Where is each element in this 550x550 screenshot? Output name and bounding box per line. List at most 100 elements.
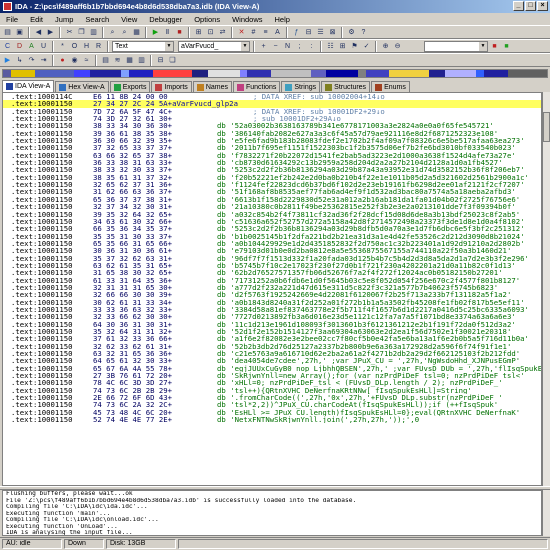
tab-strings[interactable]: Strings — [281, 81, 321, 92]
navband-segment[interactable] — [476, 70, 484, 77]
navband-segment[interactable] — [389, 70, 429, 77]
zoom-out-icon[interactable]: ⊖ — [392, 41, 403, 52]
disasm-line[interactable]: .text:10001150 65 35 66 31 65 66+ db 'a0b1… — [3, 240, 541, 247]
pause-icon[interactable]: Ⅱ — [162, 27, 173, 38]
hex-icon[interactable]: # — [248, 27, 259, 38]
disasm-line[interactable]: .text:10001150 35 35 31 30 33 37+ db 'b1b0… — [3, 233, 541, 240]
disasm-line[interactable]: .text:10001150 7D 72 6A 5F 47 4C+ ; DATA… — [3, 108, 541, 115]
navband-segment[interactable] — [357, 70, 366, 77]
navband-segment[interactable] — [34, 70, 74, 77]
enum-icon[interactable]: ☰ — [315, 27, 326, 38]
disasm-line[interactable]: .text:10001150 27 3B 76 61 72 20+ db 'SkRj… — [3, 372, 541, 379]
offset-icon[interactable]: O — [69, 41, 80, 52]
add-icon[interactable]: + — [258, 41, 269, 52]
output-scrollbar[interactable] — [542, 490, 550, 536]
paste-icon[interactable]: ▥ — [88, 27, 99, 38]
disasm-line[interactable]: .text:10001150 74 73 6C 2A 32 2C+ db 'tsl*… — [3, 401, 541, 408]
menu-help[interactable]: Help — [273, 15, 292, 24]
tab-names[interactable]: Names — [192, 81, 232, 92]
proximity-icon[interactable]: ⊡ — [205, 27, 216, 38]
maximize-button[interactable]: □ — [525, 1, 536, 11]
menu-windows[interactable]: Windows — [230, 15, 264, 24]
cut-icon[interactable]: ✂ — [64, 27, 75, 38]
disasm-line[interactable]: .text:10001150 64 30 36 31 30 31+ db '11c1… — [3, 321, 541, 328]
disasm-line[interactable]: .text:10001150 34 63 61 30 32 66+ db 'c516… — [3, 218, 541, 225]
tab-structures[interactable]: Structures — [321, 81, 371, 92]
disasm-line[interactable]: .text:10001150 36 30 66 32 39 35+ db 'e5fe… — [3, 137, 541, 144]
disasm-line[interactable]: .text:10001150 33 33 36 63 32 33+ db '3384… — [3, 306, 541, 313]
disasm-line[interactable]: .text:10001150 64 65 61 32 30 33+ db 'dea4… — [3, 357, 541, 364]
green-square-icon[interactable]: ■ — [501, 41, 512, 52]
struct-icon[interactable]: ⊟ — [303, 27, 314, 38]
disasm-line[interactable]: .text:10001150 32 31 31 31 65 30+ db 'a777… — [3, 284, 541, 291]
tab-imports[interactable]: Imports — [151, 81, 192, 92]
stop-icon[interactable]: ■ — [174, 27, 185, 38]
red-square-icon[interactable]: ■ — [489, 41, 500, 52]
disasm-line[interactable]: .text:10001150 66 35 36 34 35 37+ db '5253… — [3, 225, 541, 232]
navband-segment[interactable] — [3, 70, 11, 77]
disasm-line[interactable]: .text:10001150 38 33 32 30 33 37+ db '5253… — [3, 166, 541, 173]
mark-icon[interactable]: ✓ — [361, 41, 372, 52]
tab-exports[interactable]: Exports — [109, 81, 151, 92]
threads-icon[interactable]: ≋ — [112, 55, 123, 66]
font-icon[interactable]: A — [272, 27, 283, 38]
disasm-line[interactable]: .text:10001150 74 73 6C 2B 2B 29+ db 'tsl+… — [3, 387, 541, 394]
navband-segment[interactable] — [507, 70, 548, 77]
disasm-line[interactable]: .text:10001150 35 37 32 62 63 31+ db '96df… — [3, 255, 541, 262]
rename-icon[interactable]: N — [282, 41, 293, 52]
navband-segment[interactable] — [192, 70, 208, 77]
copy-icon[interactable]: ❐ — [76, 27, 87, 38]
help-icon[interactable]: ? — [358, 27, 369, 38]
array-icon[interactable]: * — [57, 41, 68, 52]
disasm-line[interactable]: .text:10001150 32 62 33 62 61 31+ db '52b2… — [3, 343, 541, 350]
disasm-line[interactable]: .text:10001150 31 65 38 30 32 65+ db '62b2… — [3, 269, 541, 276]
disasm-line[interactable]: .text:10001150 30 62 61 31 33 34+ db 'a0b1… — [3, 299, 541, 306]
function-combo[interactable]: aVarFvucd_ ▼ — [178, 40, 250, 52]
disasm-line[interactable]: .text:10001150 45 73 48 4C 6C 20+ db 'EsHL… — [3, 409, 541, 416]
disasm-line[interactable]: .text:10001150 63 32 31 65 36 36+ db 'c21e… — [3, 350, 541, 357]
menu-debugger[interactable]: Debugger — [147, 15, 184, 24]
tab-hex-view-a[interactable]: Hex View-A — [55, 81, 109, 92]
navband-segment[interactable] — [239, 70, 248, 77]
disasm-line[interactable]: .text:10001150 30 36 31 30 36 61+ db 'e791… — [3, 247, 541, 254]
disasm-line[interactable]: .text:10001150 37 32 65 33 37 37+ db '2011… — [3, 144, 541, 151]
forward-arrow-icon[interactable]: ▶ — [45, 27, 56, 38]
xref-icon[interactable]: ⇄ — [217, 27, 228, 38]
disasm-line[interactable]: .text:10001150 37 61 32 33 36 66+ db 'a1f6… — [3, 335, 541, 342]
segment-icon[interactable]: ⊠ — [327, 27, 338, 38]
disasm-line[interactable]: .text:10001150 63 66 32 65 37 38+ db 'f783… — [3, 152, 541, 159]
navband-segment[interactable] — [365, 70, 390, 77]
graph-icon[interactable]: ⊞ — [193, 27, 204, 38]
comment-icon[interactable]: ; — [294, 41, 305, 52]
minimize-button[interactable]: _ — [513, 1, 524, 11]
search-icon[interactable]: ⌕ — [107, 27, 118, 38]
save-icon[interactable]: ▣ — [14, 27, 25, 38]
disasm-line[interactable]: .text:10001150 32 65 62 37 31 36+ db 'f112… — [3, 181, 541, 188]
navband-segment[interactable] — [428, 70, 445, 77]
navband-segment[interactable] — [208, 70, 240, 77]
disasm-line[interactable]: .text:10001150 32 66 66 30 30 39+ db 'd2f5… — [3, 291, 541, 298]
watch-icon[interactable]: ◉ — [69, 55, 80, 66]
tab-enums[interactable]: Enums — [371, 81, 410, 92]
scrollbar-thumb[interactable] — [543, 112, 550, 142]
repeat-comment-icon[interactable]: : — [306, 41, 317, 52]
menu-view[interactable]: View — [119, 15, 139, 24]
code-icon[interactable]: C — [2, 41, 13, 52]
back-arrow-icon[interactable]: ◀ — [33, 27, 44, 38]
menu-options[interactable]: Options — [192, 15, 222, 24]
disasm-line[interactable]: .text:10001150 61 33 31 64 35 36+ db '7173… — [3, 277, 541, 284]
menu-jump[interactable]: Jump — [53, 15, 75, 24]
number-icon[interactable]: H — [81, 41, 92, 52]
list-view-icon[interactable]: ☷ — [325, 41, 336, 52]
navband-segment[interactable] — [10, 70, 35, 77]
window-icon[interactable]: ❏ — [167, 55, 178, 66]
disasm-line-selected[interactable]: .text:10001150 27 34 27 2C 24 5A+aVarFvu… — [3, 100, 541, 108]
list-icon[interactable]: ≡ — [260, 27, 271, 38]
close-button[interactable]: × — [537, 1, 548, 11]
disasm-line[interactable]: .text:10001150 38 33 34 30 36 30+ db '52a0… — [3, 122, 541, 129]
type-combo[interactable]: Text ▼ — [112, 40, 174, 52]
disasm-line[interactable]: .text:10001150 78 4C 6C 3D 3D 27+ db 'xHLl… — [3, 379, 541, 386]
debug-start-icon[interactable]: ▶ — [2, 55, 13, 66]
navband-segment[interactable] — [310, 70, 327, 77]
navband-segment[interactable] — [326, 70, 358, 77]
